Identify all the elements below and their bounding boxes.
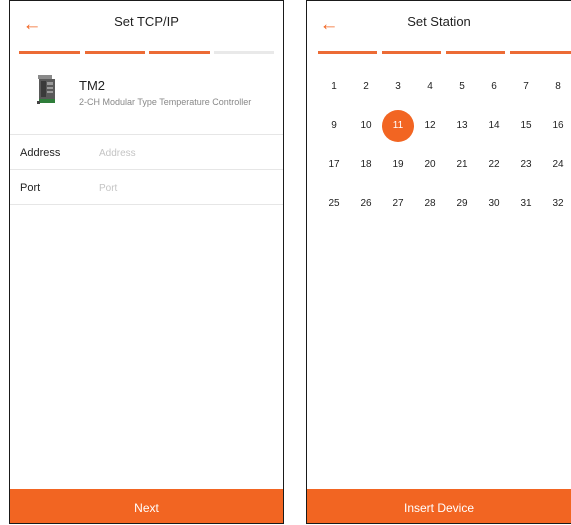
station-11-option[interactable]: 11	[382, 106, 414, 145]
station-number-label: 32	[552, 198, 564, 209]
station-2-option[interactable]: 2	[350, 67, 382, 106]
step-2-indicator	[85, 51, 145, 54]
station-number-label: 12	[424, 120, 436, 131]
station-30-option[interactable]: 30	[478, 184, 510, 223]
station-1-option[interactable]: 1	[318, 67, 350, 106]
station-number-label: 10	[360, 120, 372, 131]
station-9-option[interactable]: 9	[318, 106, 350, 145]
step-2-indicator	[382, 51, 441, 54]
station-number-label: 20	[424, 159, 436, 170]
set-station-screen: ← Set Station 1 2 3 4 5 6 7 8 9 10 11 12 13 14 15 16 17 1…	[306, 0, 571, 524]
step-4-indicator	[510, 51, 571, 54]
station-number-label: 6	[491, 81, 497, 92]
station-27-option[interactable]: 27	[382, 184, 414, 223]
station-5-option[interactable]: 5	[446, 67, 478, 106]
insert-device-button[interactable]: Insert Device	[307, 489, 571, 523]
device-info: TM2 2-CH Modular Type Temperature Contro…	[10, 57, 283, 135]
step-3-indicator	[446, 51, 505, 54]
header: ← Set TCP/IP	[10, 1, 283, 57]
station-15-option[interactable]: 15	[510, 106, 542, 145]
station-26-option[interactable]: 26	[350, 184, 382, 223]
station-3-option[interactable]: 3	[382, 67, 414, 106]
header: ← Set Station	[307, 1, 571, 57]
station-4-option[interactable]: 4	[414, 67, 446, 106]
port-input[interactable]	[99, 179, 269, 197]
station-number-label: 3	[395, 81, 401, 92]
station-7-option[interactable]: 7	[510, 67, 542, 106]
station-number-label: 16	[552, 120, 564, 131]
set-tcpip-screen: ← Set TCP/IP TM2 2-CH Modular Type Tempe…	[9, 0, 284, 524]
address-row: Address	[10, 135, 283, 170]
station-number-label: 9	[331, 120, 337, 131]
station-21-option[interactable]: 21	[446, 145, 478, 184]
station-19-option[interactable]: 19	[382, 145, 414, 184]
station-16-option[interactable]: 16	[542, 106, 571, 145]
address-input[interactable]	[99, 144, 269, 162]
station-23-option[interactable]: 23	[510, 145, 542, 184]
next-button[interactable]: Next	[10, 489, 283, 523]
port-row: Port	[10, 170, 283, 205]
station-number-label: 21	[456, 159, 468, 170]
station-number-label: 31	[520, 198, 532, 209]
station-number-label: 13	[456, 120, 468, 131]
station-32-option[interactable]: 32	[542, 184, 571, 223]
station-17-option[interactable]: 17	[318, 145, 350, 184]
station-number-label: 25	[328, 198, 340, 209]
port-label: Port	[20, 182, 41, 194]
station-20-option[interactable]: 20	[414, 145, 446, 184]
step-progress	[19, 51, 274, 54]
station-24-option[interactable]: 24	[542, 145, 571, 184]
page-title: Set TCP/IP	[114, 14, 179, 29]
station-number-label: 28	[424, 198, 436, 209]
step-1-indicator	[19, 51, 80, 54]
step-4-indicator	[214, 51, 274, 54]
station-number-label: 22	[488, 159, 500, 170]
station-number-grid: 1 2 3 4 5 6 7 8 9 10 11 12 13 14 15 16 17 18 19 20 21 22 23 24 2…	[318, 67, 571, 223]
station-18-option[interactable]: 18	[350, 145, 382, 184]
station-31-option[interactable]: 31	[510, 184, 542, 223]
station-number-label: 27	[392, 198, 404, 209]
station-number-label: 23	[520, 159, 532, 170]
station-22-option[interactable]: 22	[478, 145, 510, 184]
station-number-label: 2	[363, 81, 369, 92]
station-29-option[interactable]: 29	[446, 184, 478, 223]
step-1-indicator	[318, 51, 377, 54]
station-number-label: 8	[555, 81, 561, 92]
device-description: 2-CH Modular Type Temperature Controller	[79, 97, 252, 107]
address-label: Address	[20, 147, 61, 159]
station-number-label: 30	[488, 198, 500, 209]
station-number-label: 11	[382, 109, 414, 142]
station-25-option[interactable]: 25	[318, 184, 350, 223]
station-number-label: 17	[328, 159, 340, 170]
station-number-label: 4	[427, 81, 433, 92]
device-name: TM2	[79, 78, 105, 93]
station-14-option[interactable]: 14	[478, 106, 510, 145]
station-number-label: 7	[523, 81, 529, 92]
station-8-option[interactable]: 8	[542, 67, 571, 106]
station-number-label: 19	[392, 159, 404, 170]
station-number-label: 26	[360, 198, 372, 209]
station-6-option[interactable]: 6	[478, 67, 510, 106]
station-number-label: 14	[488, 120, 500, 131]
station-number-label: 1	[331, 81, 337, 92]
station-10-option[interactable]: 10	[350, 106, 382, 145]
station-12-option[interactable]: 12	[414, 106, 446, 145]
device-image-icon	[37, 75, 55, 104]
station-number-label: 5	[459, 81, 465, 92]
station-number-label: 24	[552, 159, 564, 170]
station-28-option[interactable]: 28	[414, 184, 446, 223]
step-3-indicator	[149, 51, 210, 54]
station-number-label: 29	[456, 198, 468, 209]
station-number-label: 18	[360, 159, 372, 170]
station-number-label: 15	[520, 120, 532, 131]
step-progress	[318, 51, 571, 54]
station-13-option[interactable]: 13	[446, 106, 478, 145]
page-title: Set Station	[407, 14, 471, 29]
